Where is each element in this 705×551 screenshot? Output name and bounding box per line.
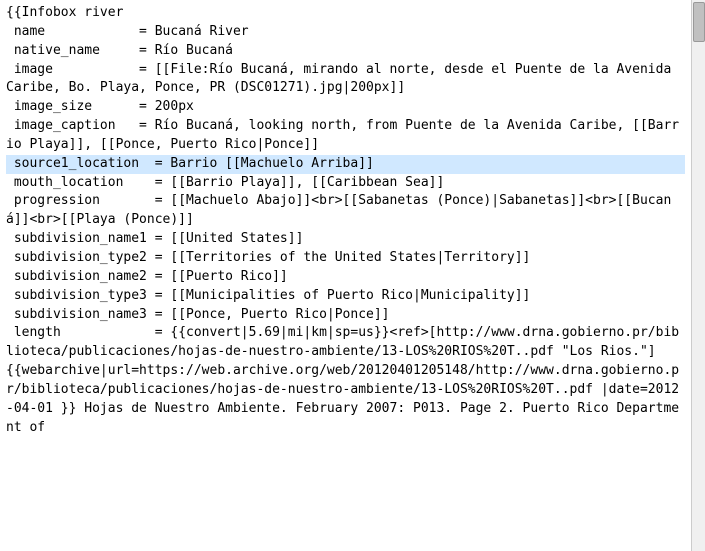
editor-line: native_name = Río Bucaná bbox=[6, 42, 685, 61]
editor-content: {{Infobox river name = Bucaná River nati… bbox=[0, 0, 691, 551]
editor-line: image_size = 200px bbox=[6, 98, 685, 117]
editor-line: subdivision_name3 = [[Ponce, Puerto Rico… bbox=[6, 306, 685, 325]
editor-line: length = {{convert|5.69|mi|km|sp=us}}<re… bbox=[6, 324, 685, 362]
editor-line: source1_location = Barrio [[Machuelo Arr… bbox=[6, 155, 685, 174]
editor-line: subdivision_type3 = [[Municipalities of … bbox=[6, 287, 685, 306]
scrollbar-thumb[interactable] bbox=[693, 2, 705, 42]
editor-line: mouth_location = [[Barrio Playa]], [[Car… bbox=[6, 174, 685, 193]
scrollbar[interactable] bbox=[691, 0, 705, 551]
editor-line: name = Bucaná River bbox=[6, 23, 685, 42]
editor-line: {{webarchive|url=https://web.archive.org… bbox=[6, 362, 685, 437]
editor-line: subdivision_type2 = [[Territories of the… bbox=[6, 249, 685, 268]
editor-line: image = [[File:Río Bucaná, mirando al no… bbox=[6, 61, 685, 99]
editor-line: subdivision_name2 = [[Puerto Rico]] bbox=[6, 268, 685, 287]
editor-line: {{Infobox river bbox=[6, 4, 685, 23]
editor-line: subdivision_name1 = [[United States]] bbox=[6, 230, 685, 249]
editor-line: image_caption = Río Bucaná, looking nort… bbox=[6, 117, 685, 155]
editor-line: progression = [[Machuelo Abajo]]<br>[[Sa… bbox=[6, 192, 685, 230]
